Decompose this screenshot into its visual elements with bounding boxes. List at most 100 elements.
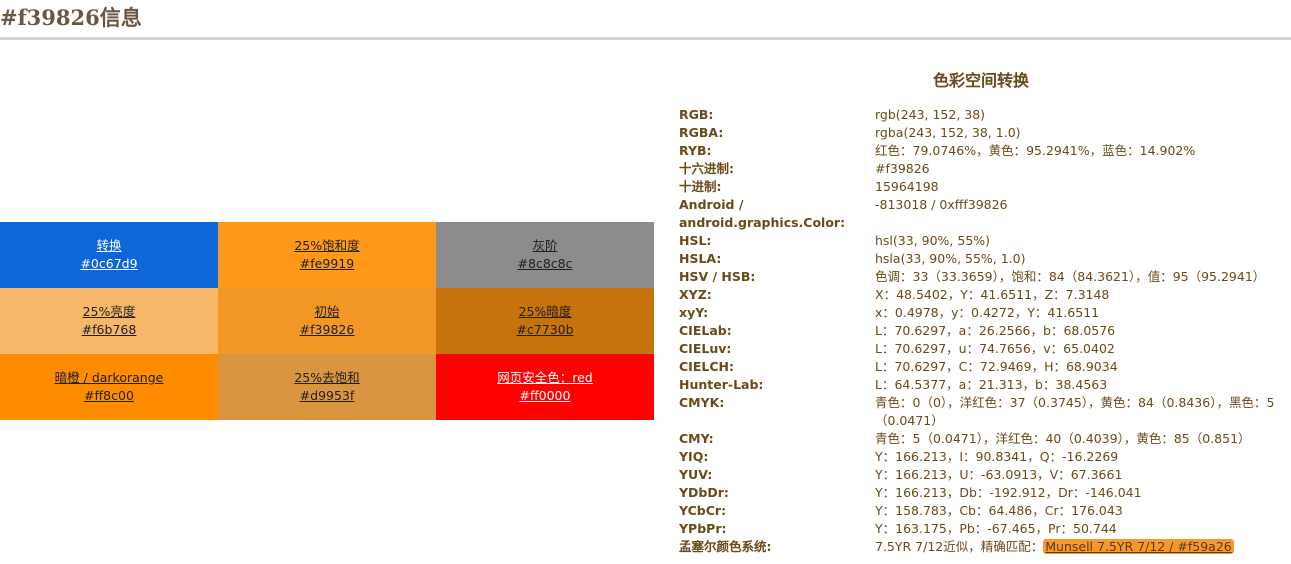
info-value: X：48.5402，Y：41.6511，Z：7.3148 — [875, 287, 1110, 302]
swatch-hex: #f39826 — [299, 322, 355, 337]
info-value: Y：166.213，U：-63.0913，V：67.3661 — [875, 467, 1123, 482]
info-row: HSL: hsl(33, 90%, 55%) — [679, 232, 1285, 250]
info-label: CIELCH: — [679, 359, 734, 374]
info-row: HSV / HSB: 色调：33（33.3659），饱和：84（84.3621），… — [679, 268, 1285, 286]
swatch-hex: #ff0000 — [519, 388, 571, 403]
info-row: RGB: rgb(243, 152, 38) — [679, 106, 1285, 124]
info-value: hsl(33, 90%, 55%) — [875, 233, 991, 248]
info-row: XYZ: X：48.5402，Y：41.6511，Z：7.3148 — [679, 286, 1285, 304]
info-label: HSLA: — [679, 251, 722, 266]
info-value: -813018 / 0xfff39826 — [875, 197, 1008, 212]
swatch-hex: #8c8c8c — [517, 256, 573, 271]
swatch-hex: #c7730b — [516, 322, 574, 337]
info-value: L：70.6297，u：74.7656，v：65.0402 — [875, 341, 1115, 356]
color-swatch[interactable]: 25%暗度 #c7730b — [436, 288, 654, 354]
info-row: CMY: 青色：5（0.0471），洋红色：40（0.4039），黄色：85（0.… — [679, 430, 1285, 448]
swatch-hex: #0c67d9 — [80, 256, 138, 271]
color-swatch[interactable]: 暗橙 / darkorange #ff8c00 — [0, 354, 218, 420]
info-label: RGB: — [679, 107, 714, 122]
info-label: YCbCr: — [679, 503, 727, 518]
swatch-label: 25%亮度 — [82, 304, 136, 319]
info-row: xyY: x：0.4978，y：0.4272，Y：41.6511 — [679, 304, 1285, 322]
swatch-grid: 转换 #0c67d9 25%饱和度 #fe9919 灰阶 #8c8c8c 25%亮度 #f6b… — [0, 222, 654, 420]
info-row: 十进制: 15964198 — [679, 178, 1285, 196]
swatch-hex: #fe9919 — [299, 256, 355, 271]
info-row: CIELuv: L：70.6297，u：74.7656，v：65.0402 — [679, 340, 1285, 358]
info-value: #f39826 — [875, 161, 930, 176]
info-rows: RGB: rgb(243, 152, 38) RGBA: rgba(243, 152,… — [679, 106, 1285, 556]
info-value: 青色：0（0），洋红色：37（0.3745），黄色：84（0.8436），黑色：… — [875, 395, 1275, 428]
info-row: RGBA: rgba(243, 152, 38, 1.0) — [679, 124, 1285, 142]
info-value: 红色：79.0746%，黄色：95.2941%，蓝色：14.902% — [875, 143, 1196, 158]
info-row: Hunter-Lab: L：64.5377，a：21.313，b：38.4563 — [679, 376, 1285, 394]
info-value: Y：166.213，I：90.8341，Q：-16.2269 — [875, 449, 1119, 464]
info-label: Android / android.graphics.Color: — [679, 197, 846, 230]
swatch-hex: #d9953f — [299, 388, 355, 403]
info-value: Y：158.783，Cb：64.486，Cr：176.043 — [875, 503, 1123, 518]
color-swatch[interactable]: 灰阶 #8c8c8c — [436, 222, 654, 288]
title-divider — [0, 37, 1291, 40]
color-swatch[interactable]: 25%去饱和 #d9953f — [218, 354, 436, 420]
info-label: YUV: — [679, 467, 713, 482]
info-label: 孟塞尔颜色系统: — [679, 539, 772, 554]
info-row: YIQ: Y：166.213，I：90.8341，Q：-16.2269 — [679, 448, 1285, 466]
color-swatch[interactable]: 25%亮度 #f6b768 — [0, 288, 218, 354]
info-label: CMYK: — [679, 395, 725, 410]
info-value: 色调：33（33.3659），饱和：84（84.3621），值：95（95.29… — [875, 269, 1266, 284]
info-label: YPbPr: — [679, 521, 727, 536]
info-label: XYZ: — [679, 287, 712, 302]
info-label: CIELuv: — [679, 341, 732, 356]
swatch-label: 网页安全色：red — [497, 370, 593, 385]
swatch-hex: #ff8c00 — [84, 388, 134, 403]
info-row: YUV: Y：166.213，U：-63.0913，V：67.3661 — [679, 466, 1285, 484]
info-label: 十进制: — [679, 179, 722, 194]
munsell-match-link[interactable]: Munsell 7.5YR 7/12 / #f59a26 — [1043, 539, 1234, 554]
info-row: CIELab: L：70.6297，a：26.2566，b：68.0576 — [679, 322, 1285, 340]
info-row-munsell: 孟塞尔颜色系统: 7.5YR 7/12近似，精确匹配： Munsell 7.5YR … — [679, 538, 1285, 556]
info-value: 15964198 — [875, 179, 939, 194]
info-value: x：0.4978，y：0.4272，Y：41.6511 — [875, 305, 1100, 320]
color-swatch[interactable]: 转换 #0c67d9 — [0, 222, 218, 288]
panel-heading: 色彩空间转换 — [932, 71, 1029, 90]
info-value: Y：166.213，Db：-192.912，Dr：-146.041 — [875, 485, 1142, 500]
info-value: 7.5YR 7/12近似，精确匹配： Munsell 7.5YR 7/12 / #… — [875, 538, 1285, 556]
color-swatch[interactable]: 25%饱和度 #fe9919 — [218, 222, 436, 288]
color-space-panel: 色彩空间转换 RGB: rgb(243, 152, 38) RGBA: rgba(24… — [679, 68, 1285, 556]
info-label: HSV / HSB: — [679, 269, 756, 284]
swatch-label: 初始 — [314, 304, 340, 319]
info-label: YIQ: — [679, 449, 709, 464]
info-value: L：64.5377，a：21.313，b：38.4563 — [875, 377, 1108, 392]
swatch-hex: #f6b768 — [81, 322, 137, 337]
info-row: YPbPr: Y：163.175，Pb：-67.465，Pr：50.744 — [679, 520, 1285, 538]
info-row: RYB: 红色：79.0746%，黄色：95.2941%，蓝色：14.902% — [679, 142, 1285, 160]
info-label: 十六进制: — [679, 161, 734, 176]
info-label: YDbDr: — [679, 485, 729, 500]
info-label: CMY: — [679, 431, 714, 446]
info-label: Hunter-Lab: — [679, 377, 764, 392]
munsell-approx: 7.5YR 7/12近似，精确匹配： — [875, 539, 1044, 554]
info-row: HSLA: hsla(33, 90%, 55%, 1.0) — [679, 250, 1285, 268]
info-row: CMYK: 青色：0（0），洋红色：37（0.3745），黄色：84（0.8436… — [679, 394, 1285, 430]
info-row: YDbDr: Y：166.213，Db：-192.912，Dr：-146.041 — [679, 484, 1285, 502]
info-row: 十六进制: #f39826 — [679, 160, 1285, 178]
info-label: RYB: — [679, 143, 712, 158]
info-value: rgb(243, 152, 38) — [875, 107, 986, 122]
info-row: YCbCr: Y：158.783，Cb：64.486，Cr：176.043 — [679, 502, 1285, 520]
color-swatch[interactable]: 初始 #f39826 — [218, 288, 436, 354]
info-value: 青色：5（0.0471），洋红色：40（0.4039），黄色：85（0.851） — [875, 431, 1251, 446]
swatch-label: 暗橙 / darkorange — [54, 370, 164, 385]
swatch-label: 转换 — [96, 238, 122, 253]
info-value: L：70.6297，a：26.2566，b：68.0576 — [875, 323, 1116, 338]
swatch-label: 25%暗度 — [518, 304, 572, 319]
info-row: Android / android.graphics.Color: -813018… — [679, 196, 1285, 232]
page-title: #f39826信息 — [0, 5, 142, 30]
info-label: HSL: — [679, 233, 712, 248]
color-swatch[interactable]: 网页安全色：red #ff0000 — [436, 354, 654, 420]
info-value: hsla(33, 90%, 55%, 1.0) — [875, 251, 1026, 266]
info-value: Y：163.175，Pb：-67.465，Pr：50.744 — [875, 521, 1117, 536]
info-label: xyY: — [679, 305, 709, 320]
info-value: rgba(243, 152, 38, 1.0) — [875, 125, 1021, 140]
swatch-label: 25%去饱和 — [294, 370, 360, 385]
info-label: RGBA: — [679, 125, 724, 140]
info-row: CIELCH: L：70.6297，C：72.9469，H：68.9034 — [679, 358, 1285, 376]
